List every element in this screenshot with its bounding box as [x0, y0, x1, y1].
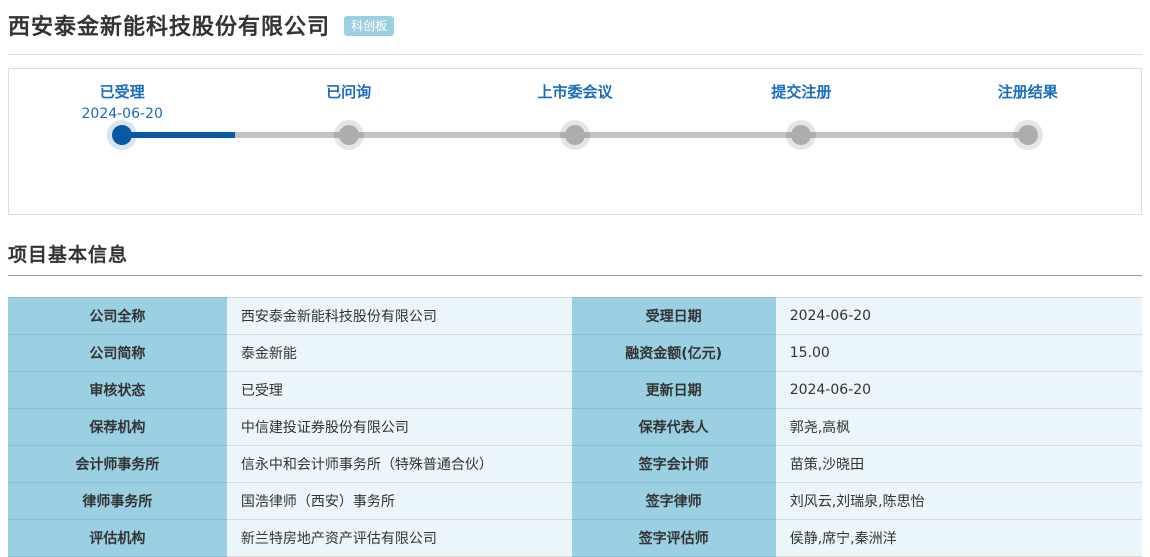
- project-info-table: 公司全称 西安泰金新能科技股份有限公司 受理日期 2024-06-20 公司简称…: [8, 297, 1142, 557]
- row-label-left: 律师事务所: [8, 482, 227, 520]
- timeline-stage-date: [689, 104, 913, 124]
- timeline-stage: 注册结果: [916, 82, 1140, 124]
- timeline-stage: 已问询: [237, 82, 461, 124]
- row-label-left: 公司简称: [8, 334, 227, 372]
- page-title: 西安泰金新能科技股份有限公司: [8, 15, 331, 40]
- row-value-left: 已受理: [226, 371, 572, 409]
- table-row: 律师事务所 国浩律师（西安）事务所 签字律师 刘风云,刘瑞泉,陈思怡: [8, 482, 1142, 520]
- row-value-right: 15.00: [775, 334, 1142, 372]
- timeline-stage-date: [916, 104, 1140, 124]
- table-row: 公司全称 西安泰金新能科技股份有限公司 受理日期 2024-06-20: [8, 297, 1142, 335]
- board-badge: 科创板: [344, 16, 395, 36]
- timeline-node-3: [565, 125, 585, 145]
- row-value-right: 苗策,沙晓田: [775, 445, 1142, 483]
- timeline-node-2: [338, 125, 359, 145]
- timeline-stage: 上市委会议: [463, 82, 687, 124]
- row-value-left: 国浩律师（西安）事务所: [226, 482, 572, 520]
- row-value-left: 中信建投证券股份有限公司: [226, 408, 572, 446]
- row-label-right: 受理日期: [571, 297, 776, 335]
- table-row: 会计师事务所 信永中和会计师事务所（特殊普通合伙） 签字会计师 苗策,沙晓田: [8, 445, 1142, 483]
- timeline-progress: [122, 132, 236, 138]
- title-bar: 西安泰金新能科技股份有限公司 科创板: [8, 0, 1142, 55]
- table-row: 保荐机构 中信建投证券股份有限公司 保荐代表人 郭尧,高枫: [8, 408, 1142, 446]
- timeline-stage-date: 2024-06-20: [81, 106, 163, 122]
- timeline-node-4: [791, 125, 812, 145]
- row-label-right: 签字律师: [571, 482, 776, 520]
- table-row: 审核状态 已受理 更新日期 2024-06-20: [8, 371, 1142, 409]
- row-value-right: 刘风云,刘瑞泉,陈思怡: [775, 482, 1142, 520]
- timeline-stage-label: 上市委会议: [537, 83, 613, 101]
- timeline-node-1: [112, 125, 133, 145]
- row-value-left: 西安泰金新能科技股份有限公司: [226, 297, 572, 335]
- row-label-left: 公司全称: [8, 297, 227, 335]
- row-value-right: 郭尧,高枫: [775, 408, 1142, 446]
- timeline-stage-label: 已问询: [326, 83, 372, 101]
- timeline-stage-label: 注册结果: [997, 83, 1058, 101]
- row-label-right: 签字会计师: [571, 445, 776, 483]
- timeline-stage-date: [237, 104, 461, 124]
- audit-timeline-panel: 已受理 2024-06-20 已问询 上市委会议 提交注册 注册结果: [8, 68, 1142, 215]
- timeline-stage: 已受理 2024-06-20: [10, 82, 234, 124]
- row-label-left: 保荐机构: [8, 408, 227, 446]
- row-label-right: 保荐代表人: [571, 408, 776, 446]
- row-label-right: 更新日期: [571, 371, 776, 409]
- row-label-left: 会计师事务所: [8, 445, 227, 483]
- section-title: 项目基本信息: [8, 240, 1142, 276]
- timeline-stage-label: 已受理: [99, 83, 145, 101]
- page-container: 西安泰金新能科技股份有限公司 科创板 已受理 2024-06-20 已问询 上市…: [0, 0, 1150, 557]
- row-value-right: 2024-06-20: [775, 297, 1142, 335]
- row-label-left: 审核状态: [8, 371, 227, 409]
- row-value-left: 信永中和会计师事务所（特殊普通合伙）: [226, 445, 572, 483]
- row-label-right: 融资金额(亿元): [571, 334, 776, 372]
- timeline-node-5: [1017, 125, 1038, 145]
- timeline-stage-date: [463, 104, 687, 124]
- timeline-stage: 提交注册: [689, 82, 913, 124]
- row-value-left: 泰金新能: [226, 334, 572, 372]
- table-row: 公司简称 泰金新能 融资金额(亿元) 15.00: [8, 334, 1142, 372]
- row-value-right: 2024-06-20: [775, 371, 1142, 409]
- timeline-stage-label: 提交注册: [771, 83, 832, 101]
